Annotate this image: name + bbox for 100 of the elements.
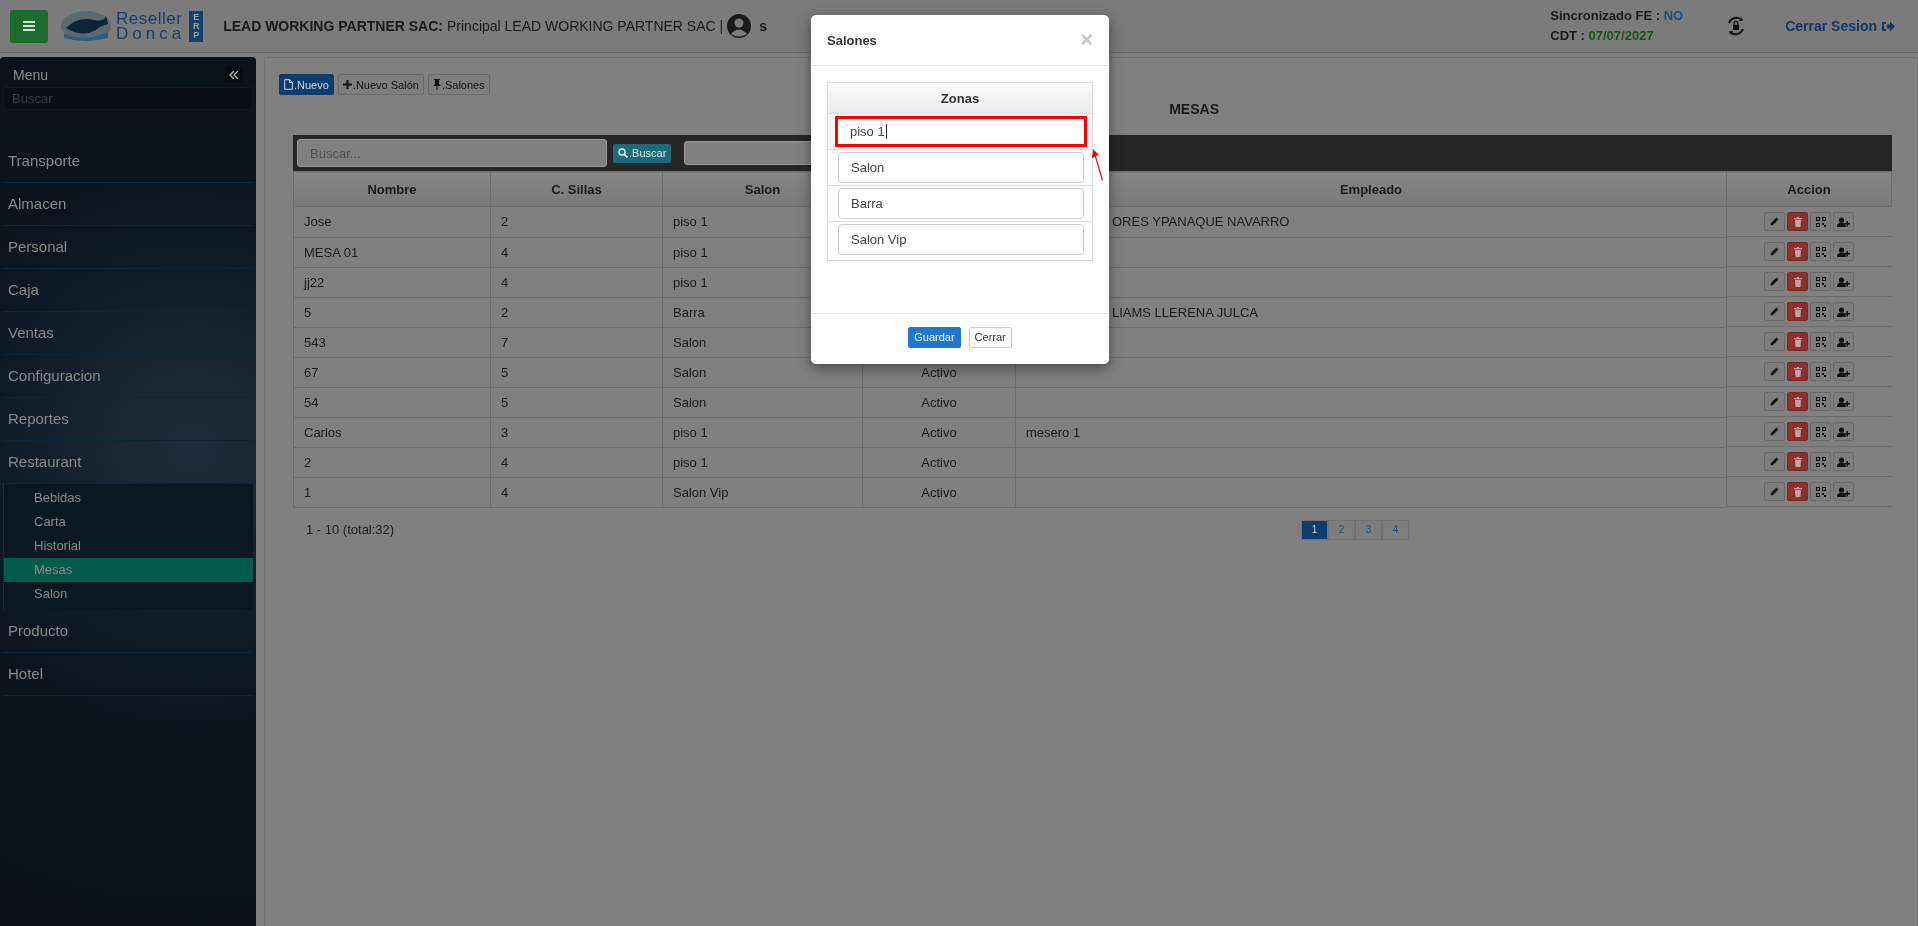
sidebar-item[interactable]: Personal [3,226,253,269]
add-user-button[interactable] [1833,452,1855,471]
trash-icon [1793,336,1802,347]
qr-code-icon [1815,366,1826,377]
qr-code-button[interactable] [1810,212,1832,231]
qr-code-icon [1815,216,1826,227]
qr-code-button[interactable] [1810,302,1832,321]
table-cell: piso 1 [673,274,708,290]
toolbar-button[interactable]: .Nuevo [279,74,334,95]
add-user-button[interactable] [1833,242,1855,261]
table-cell: mesero 1 [1026,424,1081,440]
user-avatar-icon [727,14,752,38]
edit-button[interactable] [1764,272,1786,291]
toolbar-button[interactable]: .Nuevo Salón [337,74,424,95]
delete-button[interactable] [1787,422,1809,441]
edit-button[interactable] [1764,212,1786,231]
delete-button[interactable] [1787,302,1809,321]
edit-button[interactable] [1764,362,1786,381]
sidebar-item[interactable]: Producto [3,610,253,653]
user-plus-icon [1837,216,1851,227]
sidebar-item[interactable]: Almacen [3,183,253,226]
add-user-button[interactable] [1833,332,1855,351]
table-cell: Salon [673,394,707,410]
sidebar-item[interactable]: Reportes [3,398,253,441]
search-button[interactable]: .Buscar [613,143,672,163]
collapse-button[interactable] [225,67,243,83]
edit-button[interactable] [1764,332,1786,351]
add-user-button[interactable] [1833,482,1855,501]
sidebar-title: Menu [13,67,49,83]
sidebar-item[interactable]: Ventas [3,312,253,355]
sign-out-icon [1881,19,1896,33]
table-cell: 2 [501,214,509,230]
trash-icon [1793,246,1802,257]
table-cell: piso 1 [673,424,708,440]
dialog-button[interactable]: Cerrar [968,326,1012,348]
delete-button[interactable] [1787,482,1809,501]
menu-button[interactable] [10,9,48,43]
delete-button[interactable] [1787,212,1809,231]
edit-button[interactable] [1764,392,1786,411]
edit-button[interactable] [1764,242,1786,261]
delete-button[interactable] [1787,242,1809,261]
pencil-icon [1770,217,1780,226]
sidebar-item[interactable]: Hotel [3,653,253,696]
dialog-button[interactable]: Guardar [908,326,961,348]
pencil-icon [1770,457,1780,466]
edit-button[interactable] [1764,482,1786,501]
toolbar-button[interactable]: .Salones [427,74,490,95]
column-header: Zonas [940,90,980,106]
qr-code-button[interactable] [1810,422,1832,441]
sidebar-subitem[interactable]: Salon [4,582,253,606]
search-icon [618,148,628,158]
table-cell: piso 1 [673,454,708,470]
user-plus-icon [1837,246,1851,257]
trash-icon [1793,426,1802,437]
company-label: LEAD WORKING PARTNER SAC: [223,18,443,34]
qr-code-icon [1815,396,1826,407]
sidebar-subitem[interactable]: Carta [4,510,253,534]
add-user-button[interactable] [1833,362,1855,381]
delete-button[interactable] [1787,392,1809,411]
delete-button[interactable] [1787,272,1809,291]
qr-code-button[interactable] [1810,452,1832,471]
sidebar-subitem[interactable]: Bebidas [4,486,253,510]
page-button[interactable]: 1 [1301,519,1328,540]
delete-button[interactable] [1787,362,1809,381]
delete-button[interactable] [1787,452,1809,471]
add-user-button[interactable] [1833,392,1855,411]
add-user-button[interactable] [1833,422,1855,441]
qr-code-button[interactable] [1810,392,1832,411]
user-plus-icon [1837,276,1851,287]
edit-button[interactable] [1764,302,1786,321]
table-cell: piso 1 [673,214,708,230]
whale-logo-icon [60,10,112,42]
qr-code-button[interactable] [1810,242,1832,261]
menu-icon [23,21,35,31]
zone-input-field[interactable]: Salon Vip [838,224,1084,255]
user-plus-icon [1837,336,1851,347]
zone-input-field[interactable]: Barra [838,188,1084,219]
zone-input-field[interactable]: piso 1 [835,116,1087,147]
column-header: Nombre [293,171,491,207]
qr-code-button[interactable] [1810,482,1832,501]
sidebar-item[interactable]: Configuracion [3,355,253,398]
add-user-button[interactable] [1833,212,1855,231]
pencil-icon [1770,337,1780,346]
qr-code-button[interactable] [1810,272,1832,291]
table-cell: 67 [304,364,319,380]
pencil-icon [1770,427,1780,436]
trash-icon [1793,456,1802,467]
delete-button[interactable] [1787,332,1809,351]
sidebar-subitem[interactable]: Historial [4,534,253,558]
trash-icon [1793,366,1802,377]
edit-button[interactable] [1764,422,1786,441]
zone-input-field[interactable]: Salon [838,152,1084,183]
edit-button[interactable] [1764,452,1786,471]
qr-code-button[interactable] [1810,332,1832,351]
sidebar-item[interactable]: Caja [3,269,253,312]
sidebar-item[interactable]: Transporte [3,140,253,183]
logout-link[interactable]: Cerrar Sesion [1785,18,1896,34]
add-user-button[interactable] [1833,302,1855,321]
qr-code-button[interactable] [1810,362,1832,381]
add-user-button[interactable] [1833,272,1855,291]
